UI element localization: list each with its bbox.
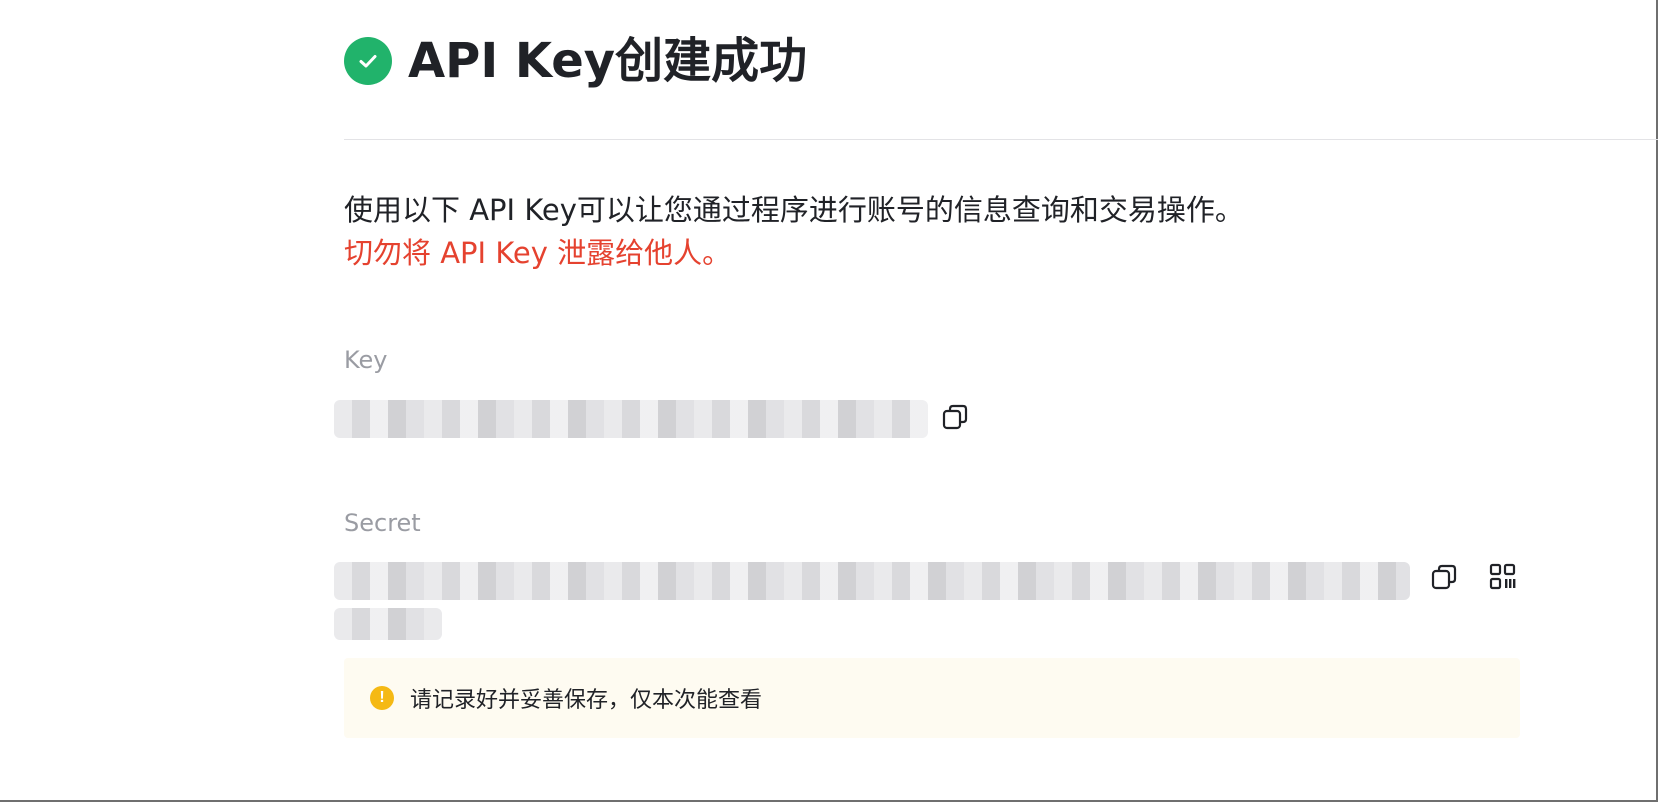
key-copy-button[interactable]: [938, 400, 972, 434]
exclamation-circle-icon: !: [370, 686, 394, 710]
secret-qr-button[interactable]: [1486, 560, 1520, 594]
save-notice-text: 请记录好并妥善保存，仅本次能查看: [410, 688, 763, 713]
api-key-created-page: API Key创建成功 使用以下 API Key可以让您通过程序进行账号的信息查…: [0, 0, 1658, 802]
title-row: API Key创建成功: [344, 34, 807, 88]
divider: [344, 139, 1658, 140]
save-notice: ! 请记录好并妥善保存，仅本次能查看: [344, 658, 1520, 738]
leak-warning: 切勿将 API Key 泄露给他人。: [344, 236, 732, 270]
key-value-redacted: [334, 400, 928, 438]
page-title: API Key创建成功: [408, 33, 808, 89]
check-circle-icon: [344, 37, 392, 85]
secret-copy-button[interactable]: [1427, 560, 1461, 594]
intro-description: 使用以下 API Key可以让您通过程序进行账号的信息查询和交易操作。: [344, 193, 1244, 227]
secret-value-redacted-line2: [334, 608, 442, 640]
copy-icon: [1431, 564, 1457, 590]
secret-value-redacted-line1: [334, 562, 1410, 600]
qr-code-icon: [1489, 563, 1516, 590]
secret-label: Secret: [344, 509, 421, 537]
key-label: Key: [344, 346, 388, 374]
copy-icon: [942, 404, 968, 430]
